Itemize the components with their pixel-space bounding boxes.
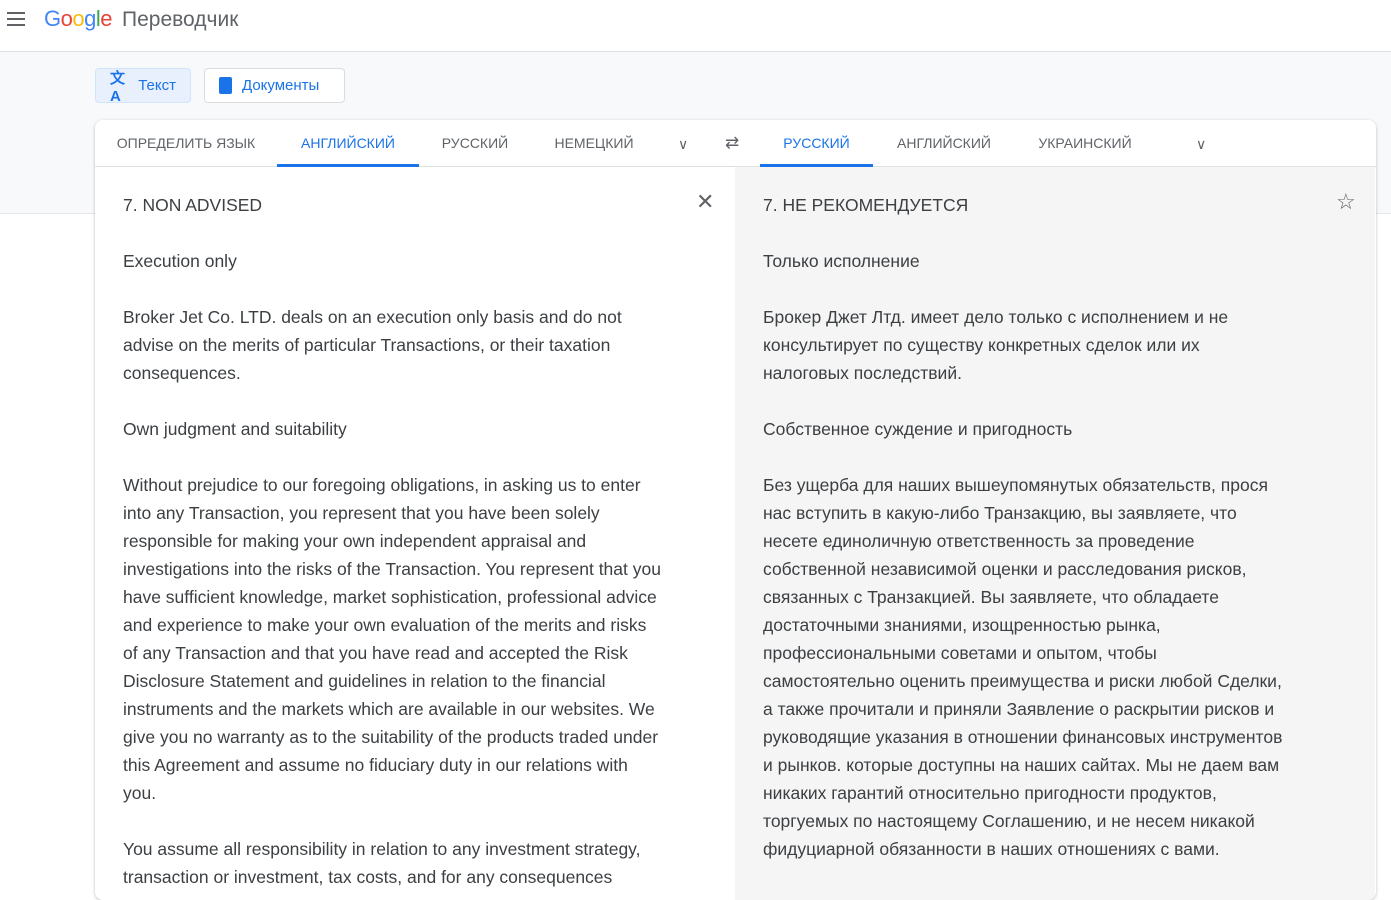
source-line: investigations into the risks of the Tra… [123,559,661,579]
source-more-languages-chevron-icon[interactable]: ∨ [678,136,688,153]
translation-line: достаточными знаниями, изощренностью рын… [763,615,1161,635]
translation-line: Без ущерба для наших вышеупомянутых обяз… [763,475,1268,495]
translation-line: Только исполнение [763,251,920,271]
translation-line: торгуемых по настоящему Соглашению, и не… [763,811,1255,831]
swap-languages-icon[interactable]: ⇄ [725,133,739,153]
translation-line: 7. НЕ РЕКОМЕНДУЕТСЯ [763,195,969,215]
translation-output: 7. НЕ РЕКОМЕНДУЕТСЯ Только исполнение Брок… [735,167,1375,900]
translation-line: профессиональными советами и опытом, что… [763,643,1157,663]
translation-line [763,443,1347,471]
source-line: Broker Jet Co. LTD. deals on an executio… [123,307,622,327]
translation-line: несете единоличную ответственность за пр… [763,531,1195,551]
target-more-languages-chevron-icon[interactable]: ∨ [1196,136,1206,153]
google-logo[interactable]: Google [44,6,113,32]
translation-line: Собственное суждение и пригодность [763,419,1073,439]
source-line [123,219,707,247]
translation-line: а также прочитали и приняли Заявление о … [763,699,1275,719]
source-line: responsible for making your own independ… [123,531,587,551]
source-text-input[interactable]: 7. NON ADVISED Execution only Broker Jet C… [95,167,735,900]
source-line [123,443,707,471]
source-line: advise on the merits of particular Trans… [123,335,611,355]
text-mode-label: Текст [138,77,176,94]
source-line: Own judgment and suitability [123,419,347,439]
translation-line [763,275,1347,303]
translation-line: собственной независимой оценки и расслед… [763,559,1247,579]
translation-line: самостоятельно оценить преимущества и ри… [763,671,1282,691]
source-line: have sufficient knowledge, market sophis… [123,587,657,607]
documents-mode-label: Документы [242,77,320,94]
source-line: instruments and the markets which are av… [123,699,655,719]
translation-line [763,387,1347,415]
tab-target-english[interactable]: АНГЛИЙСКИЙ [885,120,1003,167]
source-line [123,275,707,303]
translation-line: налоговых последствий. [763,363,962,383]
source-line [123,807,707,835]
clear-text-close-icon[interactable]: ✕ [696,189,714,215]
translation-line: руководящие указания в отношении финансо… [763,727,1283,747]
source-line: and experience to make your own evaluati… [123,615,647,635]
tab-target-ukrainian[interactable]: УКРАИНСКИЙ [1027,120,1143,167]
source-line: You assume all responsibility in relatio… [123,839,641,859]
language-tabs: ОПРЕДЕЛИТЬ ЯЗЫК АНГЛИЙСКИЙ РУССКИЙ НЕМЕЦ… [95,120,1376,167]
product-name: Переводчик [122,8,239,31]
source-line: consequences. [123,363,241,383]
translation-line: никаких гарантий относительно пригодност… [763,783,1217,803]
tab-source-russian[interactable]: РУССКИЙ [427,120,523,167]
source-line: transaction or investment, tax costs, an… [123,867,613,887]
translate-icon: 文A [110,69,126,105]
translator-card: ОПРЕДЕЛИТЬ ЯЗЫК АНГЛИЙСКИЙ РУССКИЙ НЕМЕЦ… [95,120,1376,900]
tab-source-english[interactable]: АНГЛИЙСКИЙ [277,120,419,167]
source-line: give you no warranty as to the suitabili… [123,727,659,747]
source-line [123,387,707,415]
source-line: Execution only [123,251,237,271]
translation-line: Брокер Джет Лтд. имеет дело только с исп… [763,307,1229,327]
tab-target-russian[interactable]: РУССКИЙ [760,120,873,167]
document-icon [219,77,232,94]
tab-source-german[interactable]: НЕМЕЦКИЙ [535,120,653,167]
source-line: into any Transaction, you represent that… [123,503,600,523]
source-line: 7. NON ADVISED [123,195,263,215]
source-line: you. [123,783,157,803]
translation-line: консультирует по существу конкретных сде… [763,335,1200,355]
source-line: Without prejudice to our foregoing oblig… [123,475,641,495]
translation-line [763,219,1347,247]
translation-line: и рынков. которые доступны на наших сайт… [763,755,1280,775]
translation-line: нас вступить в какую-либо Транзакцию, вы… [763,503,1237,523]
source-line: of any Transaction and that you have rea… [123,643,628,663]
translation-line: фидуциарной обязанности в наших отношени… [763,839,1220,859]
translation-line: связанных с Транзакцией. Вы заявляете, ч… [763,587,1219,607]
save-translation-star-icon[interactable]: ☆ [1336,189,1356,215]
tab-detect-language[interactable]: ОПРЕДЕЛИТЬ ЯЗЫК [103,120,269,167]
source-line: Disclosure Statement and guidelines in r… [123,671,606,691]
text-mode-button[interactable]: 文A Текст [95,68,191,105]
main-menu-icon[interactable] [7,12,25,26]
documents-mode-button[interactable]: Документы [204,68,345,103]
source-line: this Agreement and assume no fiduciary d… [123,755,628,775]
app-header: Google Переводчик [0,0,1391,52]
